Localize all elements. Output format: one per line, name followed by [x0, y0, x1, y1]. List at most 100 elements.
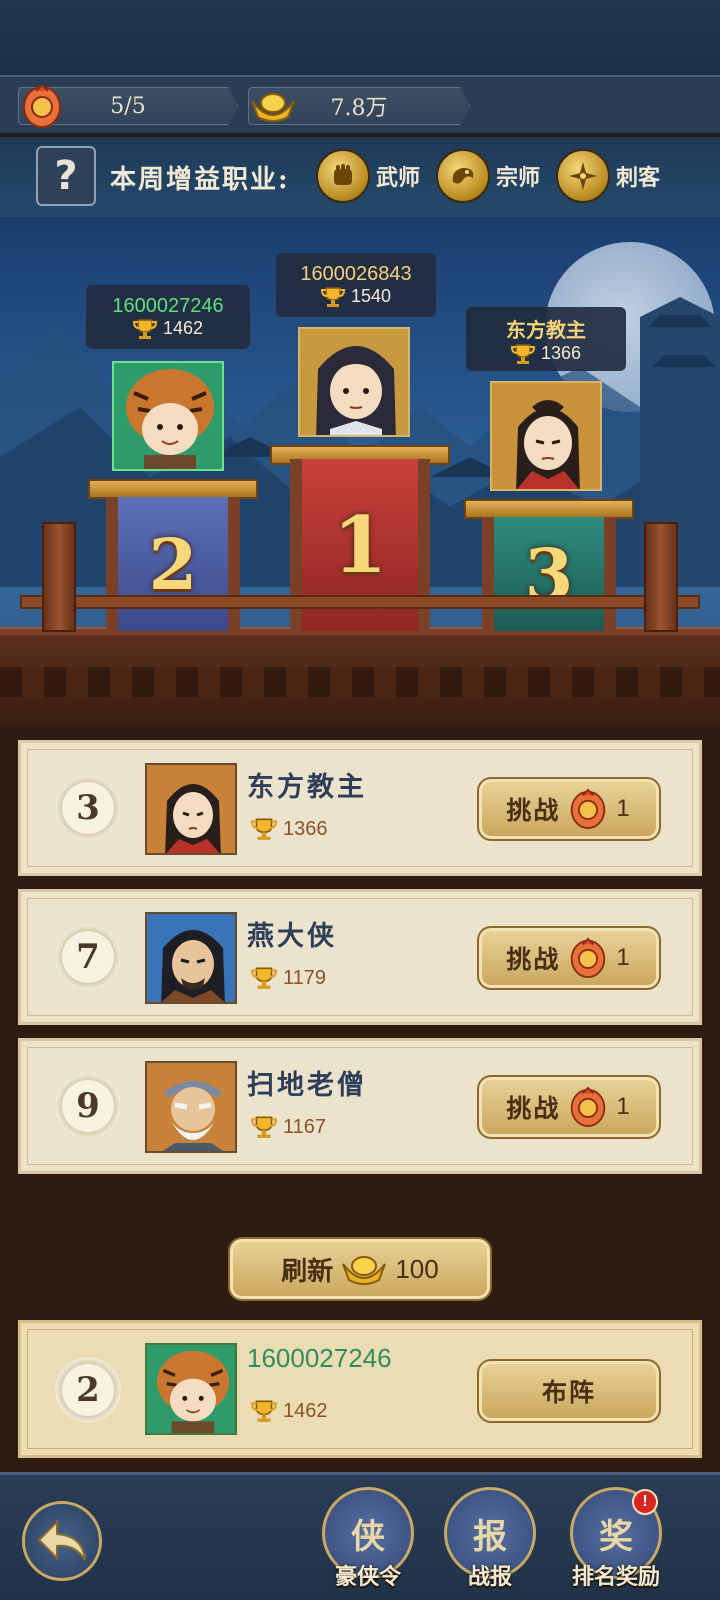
opponent-score: 1366: [251, 817, 328, 841]
podium-avatar-first[interactable]: [298, 327, 410, 437]
nav-battle-report[interactable]: 报 战报: [440, 1487, 540, 1599]
buff-class-name: 武师: [376, 165, 421, 191]
formation-button[interactable]: 布阵: [477, 1359, 661, 1423]
top-strip: [0, 0, 720, 75]
tiger-hood-hero-portrait: [156, 1350, 230, 1433]
score-value: 1366: [283, 817, 328, 840]
buff-class-2[interactable]: 宗师: [436, 149, 540, 203]
score-value: 1462: [283, 1399, 328, 1422]
rank-value: 9: [76, 1086, 100, 1126]
rank-medal: 7: [55, 924, 121, 990]
nav-label: 排名奖励: [571, 1564, 660, 1590]
trophy-icon: [251, 818, 277, 840]
score-value: 1179: [283, 966, 327, 989]
weekly-buff-bar: ? 本周增益职业: 武师 宗师 刺客: [0, 137, 720, 217]
bottom-nav: 侠 豪侠令 报 战报 奖 排名奖励 !: [0, 1472, 720, 1600]
challenge-token-icon: [571, 1086, 606, 1127]
challenge-button[interactable]: 挑战 1: [477, 777, 661, 841]
challenge-button[interactable]: 挑战 1: [477, 926, 661, 990]
trophy-icon: [510, 343, 535, 364]
challenge-label: 挑战: [506, 1094, 561, 1123]
podium-tag-first: 1600026843 1540: [276, 253, 436, 317]
fist-icon: [316, 149, 370, 203]
buff-class-1[interactable]: 武师: [316, 149, 420, 203]
hero-token-glyph: 侠: [351, 1516, 385, 1557]
nav-hero-token[interactable]: 侠 豪侠令: [318, 1487, 418, 1599]
gold-ingot-icon: [342, 1256, 387, 1285]
score-value: 1366: [540, 343, 582, 363]
trophy-score: 1366: [510, 343, 582, 365]
opponent-avatar[interactable]: [145, 912, 237, 1004]
player-name: 1600027246: [112, 294, 224, 317]
challenge-token-icon: [23, 83, 61, 128]
stage-beams: [0, 667, 720, 697]
trophy-icon: [132, 318, 157, 339]
resource-bar: 5/5 7.8万: [0, 75, 720, 135]
opponent-name: 燕大侠: [247, 921, 337, 952]
challenge-token-icon: [571, 937, 606, 979]
opponent-card: 9 扫地老僧 1167 挑战 1: [18, 1038, 702, 1174]
rank-value: 7: [76, 937, 100, 977]
buff-class-3[interactable]: 刺客: [556, 149, 660, 203]
player-name: 东方教主: [506, 317, 586, 342]
my-name: 1600027246: [247, 1343, 392, 1373]
battle-report-glyph: 报: [473, 1516, 507, 1557]
refresh-button[interactable]: 刷新 100: [228, 1237, 492, 1301]
tiger-hood-hero-portrait: [126, 369, 214, 469]
opponent-name: 扫地老僧: [247, 1070, 367, 1101]
trophy-icon: [320, 286, 345, 307]
podium-avatar-second[interactable]: [112, 361, 224, 471]
nav-label: 豪侠令: [334, 1564, 401, 1590]
trophy-score: 1540: [320, 286, 392, 308]
rank-number: 1: [332, 499, 388, 591]
challenge-label: 挑战: [506, 796, 561, 825]
notification-badge: !: [632, 1489, 658, 1515]
challenge-cost: 1: [616, 795, 632, 822]
my-avatar[interactable]: [145, 1343, 237, 1435]
rank-medal: 3: [55, 775, 121, 841]
nav-rank-rewards[interactable]: 奖 排名奖励 !: [566, 1487, 666, 1599]
opponent-card: 7 燕大侠 1179 挑战 1: [18, 889, 702, 1025]
buff-class-name: 宗师: [496, 165, 541, 191]
opponent-name: 东方教主: [247, 772, 367, 803]
podium-tag-third: 东方教主 1366: [466, 307, 626, 371]
opponent-card: 3 东方教主 1366 挑战 1: [18, 740, 702, 876]
rank-medal: 9: [55, 1073, 121, 1139]
podium-avatar-third[interactable]: [490, 381, 602, 491]
rank-number: 2: [148, 522, 198, 606]
railing-post: [644, 522, 678, 632]
leaderboard-podium: 2 1 3 1600027246 1462 1600026843 1540 东方…: [0, 217, 720, 727]
opponent-avatar[interactable]: [145, 1061, 237, 1153]
railing: [20, 595, 700, 609]
rank-reward-glyph: 奖: [599, 1516, 633, 1557]
challenge-button[interactable]: 挑战 1: [477, 1075, 661, 1139]
my-rank-card: 2 1600027246 1462 布阵: [18, 1320, 702, 1458]
railing-post: [42, 522, 76, 632]
swordsman-portrait: [161, 930, 225, 1002]
formation-label: 布阵: [541, 1378, 596, 1407]
challenge-cost: 1: [616, 1093, 632, 1120]
buff-class-name: 刺客: [616, 165, 661, 191]
help-button[interactable]: ?: [36, 146, 96, 206]
podium-tag-second: 1600027246 1462: [86, 285, 250, 349]
dragon-icon: [436, 149, 490, 203]
refresh-cost: 100: [395, 1253, 439, 1284]
opponent-score: 1179: [251, 966, 326, 990]
pedestal-cap: [464, 499, 634, 519]
long-hair-hero-portrait: [316, 346, 396, 435]
ticket-count: 5/5: [110, 93, 146, 119]
back-arrow-icon: [37, 1519, 86, 1561]
pedestal-second: 2: [106, 497, 240, 631]
opponent-score: 1167: [251, 1115, 326, 1139]
trophy-icon: [251, 1400, 277, 1422]
back-button[interactable]: [22, 1501, 102, 1581]
buff-label: 本周增益职业:: [110, 165, 290, 195]
eastern-leader-portrait: [165, 784, 221, 853]
score-value: 1540: [350, 286, 392, 306]
rank-medal: 2: [55, 1357, 121, 1423]
trophy-icon: [251, 1116, 277, 1138]
score-value: 1462: [162, 318, 204, 338]
opponent-avatar[interactable]: [145, 763, 237, 855]
my-score: 1462: [251, 1399, 328, 1423]
shuriken-icon: [556, 149, 610, 203]
